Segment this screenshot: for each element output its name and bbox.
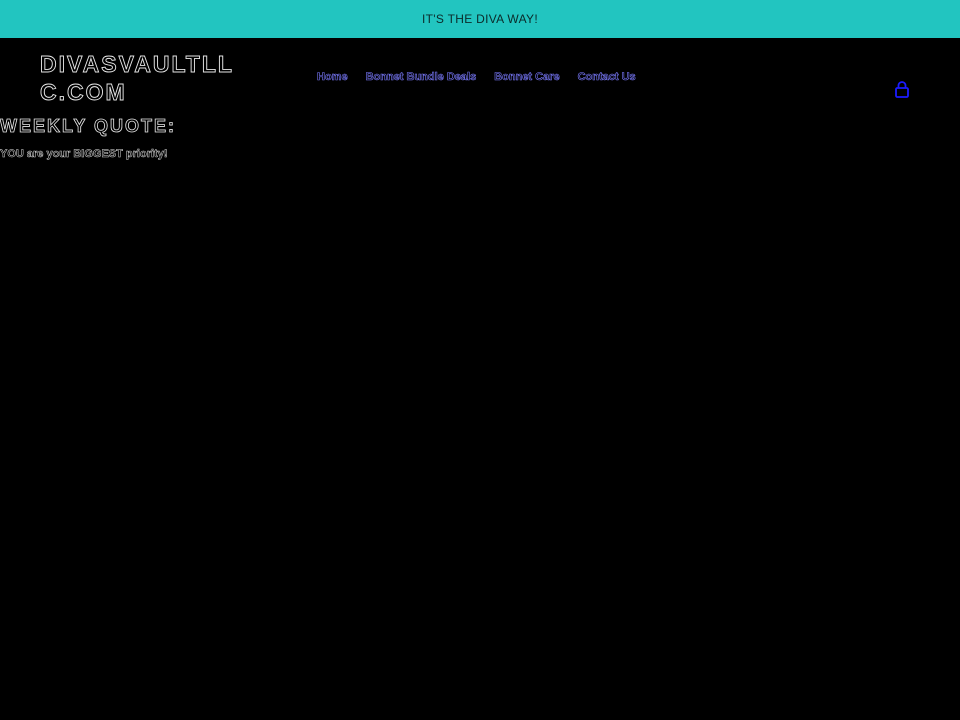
site-header: DIVASVAULTLLC.COM Home Bonnet Bundle Dea… [0, 38, 960, 118]
weekly-quote-text: YOU are your BIGGEST priority! [0, 148, 168, 161]
main-nav: Home Bonnet Bundle Deals Bonnet Care Con… [308, 69, 645, 85]
cart-button[interactable] [892, 80, 912, 100]
announcement-bar: IT'S THE DIVA WAY! [0, 0, 960, 38]
site-logo[interactable]: DIVASVAULTLLC.COM [40, 50, 255, 106]
nav-link-bonnet-bundle-deals[interactable]: Bonnet Bundle Deals [357, 69, 486, 85]
nav-link-contact-us[interactable]: Contact Us [569, 69, 645, 85]
announcement-text: IT'S THE DIVA WAY! [422, 12, 538, 26]
weekly-quote-heading: WEEKLY QUOTE: [0, 116, 177, 137]
nav-link-home[interactable]: Home [308, 69, 357, 85]
main-content: WEEKLY QUOTE: YOU are your BIGGEST prior… [0, 112, 960, 162]
nav-link-bonnet-care[interactable]: Bonnet Care [485, 69, 568, 85]
shopping-bag-icon [892, 80, 912, 100]
